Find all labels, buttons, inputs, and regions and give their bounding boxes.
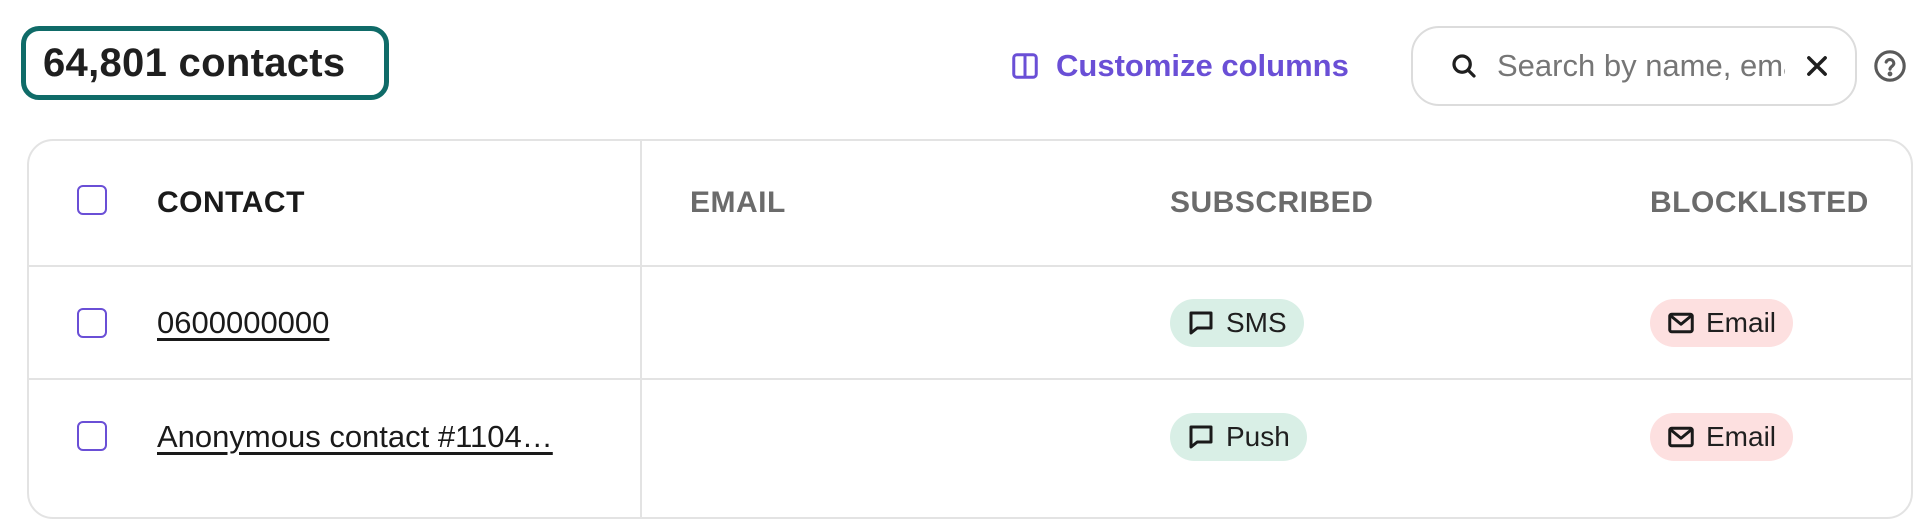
subscribed-label: Push — [1226, 420, 1290, 452]
blocklisted-label: Email — [1706, 420, 1777, 452]
column-header-email[interactable]: EMAIL — [690, 186, 786, 220]
row-checkbox[interactable] — [77, 421, 107, 451]
customize-columns-label: Customize columns — [1056, 48, 1349, 83]
search-box — [1411, 26, 1857, 106]
chat-icon — [1189, 311, 1213, 334]
contacts-table: CONTACT EMAIL SUBSCRIBED BLOCKLISTED 060… — [27, 139, 1913, 519]
search-icon — [1452, 54, 1476, 78]
subscribed-badge: Push — [1170, 412, 1307, 461]
subscribed-label: SMS — [1226, 306, 1287, 338]
subscribed-badge: SMS — [1170, 298, 1304, 347]
table-row[interactable]: Anonymous contact #1104… Push Email — [29, 380, 1911, 493]
mail-icon — [1668, 426, 1694, 447]
mail-icon — [1668, 312, 1694, 333]
customize-columns-button[interactable]: Customize columns — [1010, 46, 1349, 86]
close-icon[interactable] — [1803, 52, 1831, 80]
search-input[interactable] — [1495, 47, 1787, 85]
blocklisted-label: Email — [1706, 306, 1777, 338]
blocklisted-badge: Email — [1650, 412, 1794, 461]
table-header-row: CONTACT EMAIL SUBSCRIBED BLOCKLISTED — [29, 141, 1911, 267]
table-row[interactable]: 0600000000 SMS Email — [29, 267, 1911, 380]
contact-link[interactable]: 0600000000 — [157, 305, 329, 341]
column-header-contact[interactable]: CONTACT — [157, 186, 305, 220]
column-header-subscribed[interactable]: SUBSCRIBED — [1170, 186, 1373, 220]
contact-count: 64,801 contacts — [21, 26, 389, 100]
blocklisted-badge: Email — [1650, 298, 1794, 347]
columns-icon — [1012, 53, 1038, 79]
select-all-checkbox[interactable] — [77, 185, 107, 215]
column-header-blocklisted[interactable]: BLOCKLISTED — [1650, 186, 1869, 220]
contact-link[interactable]: Anonymous contact #1104… — [157, 419, 553, 455]
help-icon[interactable] — [1873, 49, 1907, 83]
chat-icon — [1189, 425, 1213, 448]
row-checkbox[interactable] — [77, 308, 107, 338]
